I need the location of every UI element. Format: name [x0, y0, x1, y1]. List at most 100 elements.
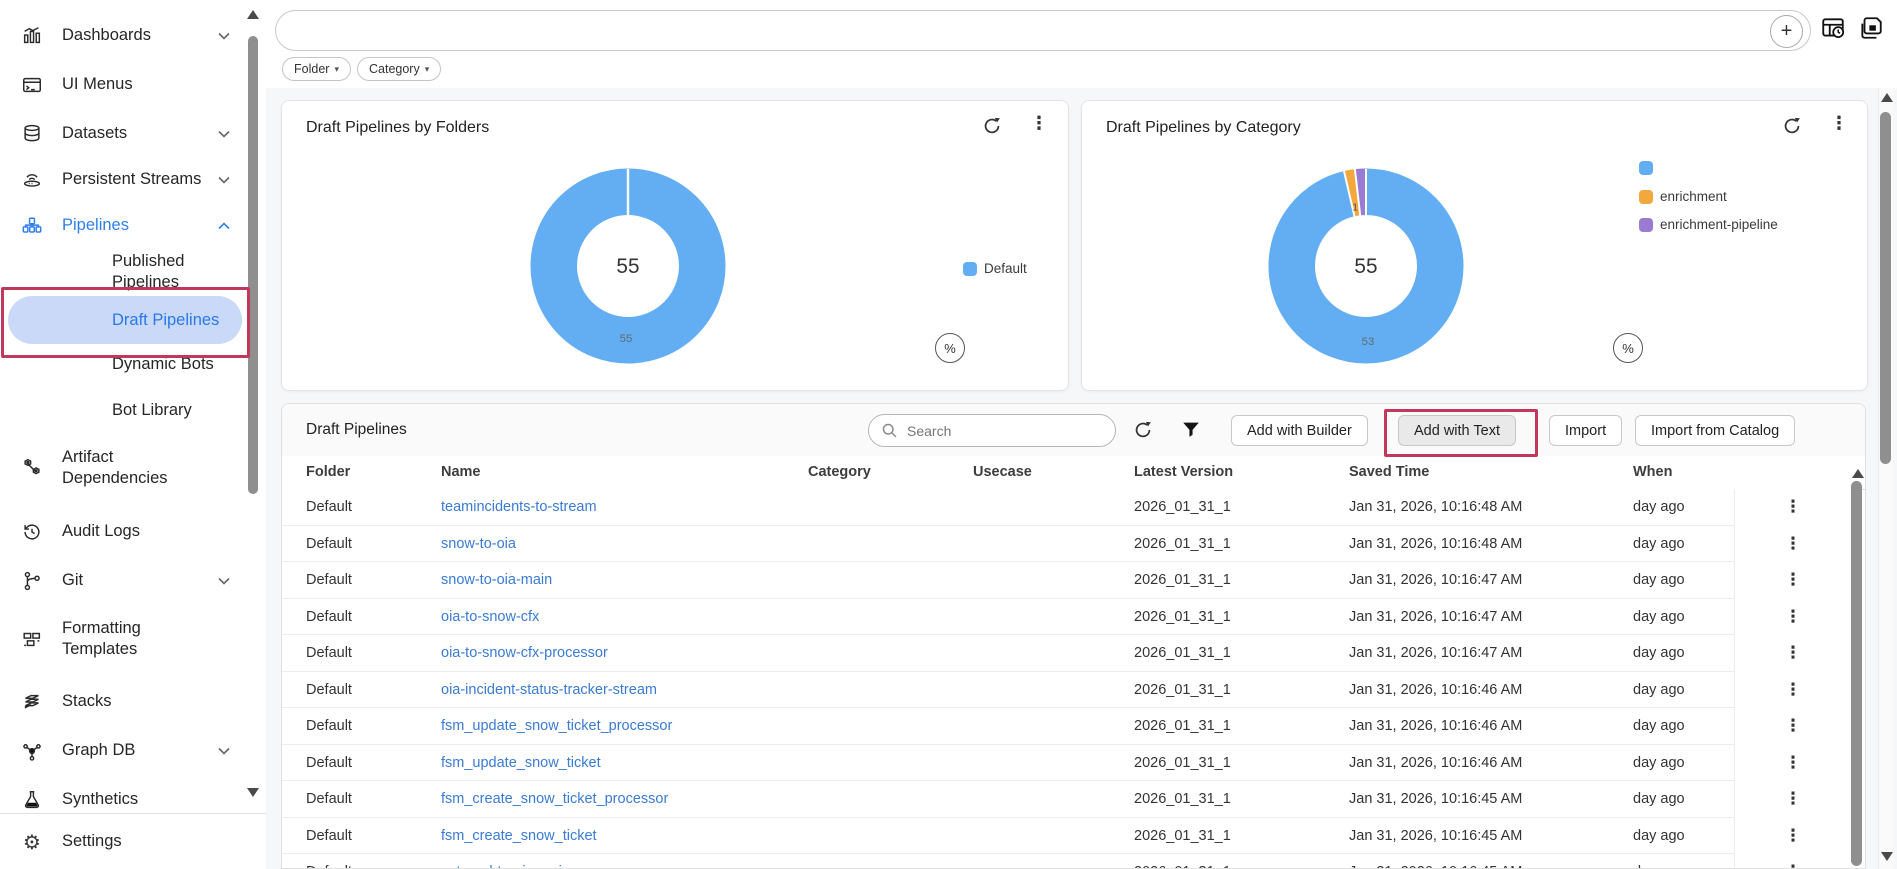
donut-chart-folders[interactable]: 55 55: [529, 167, 727, 365]
filter-funnel-icon[interactable]: [1180, 419, 1202, 441]
git-icon: [20, 569, 44, 593]
sidebar-item-persistent-streams[interactable]: Persistent Streams: [0, 160, 248, 200]
refresh-icon[interactable]: [1781, 115, 1803, 137]
dashboard-history-icon[interactable]: [1820, 15, 1846, 41]
sidebar-item-draft-pipelines[interactable]: Draft Pipelines: [8, 296, 242, 344]
row-actions-menu[interactable]: ⋮: [1735, 635, 1851, 672]
sidebar-item-settings[interactable]: ⚙ Settings: [0, 822, 248, 862]
category-filter-pill[interactable]: Category▾: [357, 57, 441, 81]
row-actions-menu[interactable]: ⋮: [1735, 708, 1851, 745]
pipeline-link[interactable]: snow-to-oia: [441, 526, 516, 562]
sidebar-item-audit-logs[interactable]: Audit Logs: [0, 512, 248, 552]
sidebar-scrollbar-thumb[interactable]: [248, 36, 258, 494]
sidebar-scroll-down[interactable]: [247, 788, 259, 797]
table-row: Default snow-to-oia 2026_01_31_1 Jan 31,…: [282, 526, 1734, 563]
sidebar-item-git[interactable]: Git: [0, 561, 248, 601]
cell-when: day ago: [1633, 672, 1685, 708]
sidebar-item-synthetics[interactable]: Synthetics: [0, 780, 248, 820]
dashboard-filter-input[interactable]: +: [275, 10, 1811, 51]
chevron-down-icon: [218, 176, 230, 184]
pipeline-link[interactable]: oia-to-snow-cfx: [441, 599, 539, 635]
table-row: Default fsm_update_snow_ticket 2026_01_3…: [282, 745, 1734, 782]
card-draft-pipelines-by-category: Draft Pipelines by Category ⋮ enrichment…: [1081, 100, 1868, 391]
row-actions-menu[interactable]: ⋮: [1735, 526, 1851, 563]
legend-item-blank[interactable]: [1639, 161, 1660, 175]
col-header-category: Category: [808, 456, 871, 489]
row-actions-menu[interactable]: ⋮: [1735, 818, 1851, 855]
add-with-text-button[interactable]: Add with Text: [1398, 415, 1516, 446]
pipeline-link[interactable]: snow-to-oia-main: [441, 562, 552, 598]
legend-item-enrichment[interactable]: enrichment: [1639, 189, 1727, 204]
table-scroll-up[interactable]: [1852, 469, 1864, 478]
pipeline-link[interactable]: fsm_create_snow_ticket: [441, 818, 597, 854]
row-actions-menu[interactable]: ⋮: [1735, 781, 1851, 818]
legend-item-enrichment-pipeline[interactable]: enrichment-pipeline: [1639, 217, 1778, 232]
search-input[interactable]: [905, 417, 1099, 445]
sidebar-item-stacks[interactable]: Stacks: [0, 682, 248, 722]
refresh-icon[interactable]: [981, 115, 1003, 137]
main-scroll-down[interactable]: [1881, 852, 1893, 861]
table-search-box[interactable]: [868, 414, 1116, 447]
cell-folder: Default: [306, 599, 352, 635]
save-dashboard-icon[interactable]: [1858, 15, 1884, 41]
chevron-down-icon: [218, 130, 230, 138]
import-button[interactable]: Import: [1549, 415, 1622, 446]
pipelines-icon: [20, 214, 44, 238]
sidebar-item-ui-menus[interactable]: UI Menus: [0, 65, 248, 105]
legend-swatch: [1639, 218, 1653, 232]
pipeline-link[interactable]: oia-to-snow-cfx-processor: [441, 635, 608, 671]
card-menu-kebab[interactable]: ⋮: [1830, 113, 1848, 137]
sidebar-item-bot-library[interactable]: Bot Library: [0, 391, 248, 431]
sidebar-item-artifact-dependencies[interactable]: Artifact Dependencies: [0, 437, 248, 499]
folder-filter-pill[interactable]: Folder▾: [282, 57, 351, 81]
add-filter-button[interactable]: +: [1770, 15, 1803, 48]
pipeline-link[interactable]: teamincidents-to-stream: [441, 489, 597, 525]
donut-center-total: 55: [616, 255, 639, 278]
main-scroll-up[interactable]: [1881, 93, 1893, 102]
card-title: Draft Pipelines by Category: [1106, 119, 1301, 137]
pipeline-link[interactable]: fsm_update_snow_ticket: [441, 745, 601, 781]
cell-saved-time: Jan 31, 2026, 10:16:47 AM: [1349, 562, 1522, 598]
chevron-down-icon: [218, 747, 230, 755]
main-scrollbar-thumb[interactable]: [1880, 112, 1891, 464]
row-actions-menu[interactable]: ⋮: [1735, 489, 1851, 526]
app-window: Dashboards UI Menus Datasets Persistent …: [0, 0, 1897, 869]
search-icon: [881, 422, 898, 439]
sidebar-item-graph-db[interactable]: Graph DB: [0, 731, 248, 771]
pipeline-link[interactable]: fsm_create_snow_ticket_processor: [441, 781, 668, 817]
sidebar-item-published-pipelines[interactable]: Published Pipelines: [0, 252, 248, 292]
refresh-icon[interactable]: [1132, 419, 1154, 441]
row-actions-menu[interactable]: ⋮: [1735, 854, 1851, 869]
sidebar-item-datasets[interactable]: Datasets: [0, 114, 248, 154]
cell-latest-version: 2026_01_31_1: [1134, 599, 1231, 635]
donut-chart-category[interactable]: 55 53 1: [1267, 167, 1465, 365]
sidebar-item-pipelines[interactable]: Pipelines: [0, 206, 248, 246]
sidebar-item-dynamic-bots[interactable]: Dynamic Bots: [0, 345, 248, 385]
cell-latest-version: 2026_01_31_1: [1134, 635, 1231, 671]
cell-folder: Default: [306, 635, 352, 671]
row-actions-menu[interactable]: ⋮: [1735, 672, 1851, 709]
card-menu-kebab[interactable]: ⋮: [1030, 113, 1048, 137]
percent-toggle-button[interactable]: %: [1613, 333, 1643, 363]
table-scrollbar-thumb[interactable]: [1851, 481, 1862, 866]
caret-down-icon: ▾: [425, 64, 430, 75]
cell-saved-time: Jan 31, 2026, 10:16:45 AM: [1349, 818, 1522, 854]
artifact-dependencies-icon: [20, 456, 44, 480]
pipeline-link[interactable]: external-to-oia-main: [441, 854, 570, 869]
row-actions-menu[interactable]: ⋮: [1735, 562, 1851, 599]
col-header-when: When: [1633, 456, 1672, 489]
add-with-builder-button[interactable]: Add with Builder: [1231, 415, 1368, 446]
percent-toggle-button[interactable]: %: [935, 333, 965, 363]
sidebar-item-dashboards[interactable]: Dashboards: [0, 16, 248, 56]
row-actions-menu[interactable]: ⋮: [1735, 599, 1851, 636]
legend-item-default[interactable]: Default: [963, 261, 1027, 276]
sidebar-item-formatting-templates[interactable]: Formatting Templates: [0, 608, 248, 670]
table-row: Default snow-to-oia-main 2026_01_31_1 Ja…: [282, 562, 1734, 599]
pipeline-link[interactable]: fsm_update_snow_ticket_processor: [441, 708, 672, 744]
import-from-catalog-button[interactable]: Import from Catalog: [1635, 415, 1795, 446]
cell-when: day ago: [1633, 781, 1685, 817]
sidebar-scroll-up[interactable]: [247, 10, 259, 19]
table-body: Default teamincidents-to-stream 2026_01_…: [282, 489, 1734, 869]
row-actions-menu[interactable]: ⋮: [1735, 745, 1851, 782]
pipeline-link[interactable]: oia-incident-status-tracker-stream: [441, 672, 657, 708]
